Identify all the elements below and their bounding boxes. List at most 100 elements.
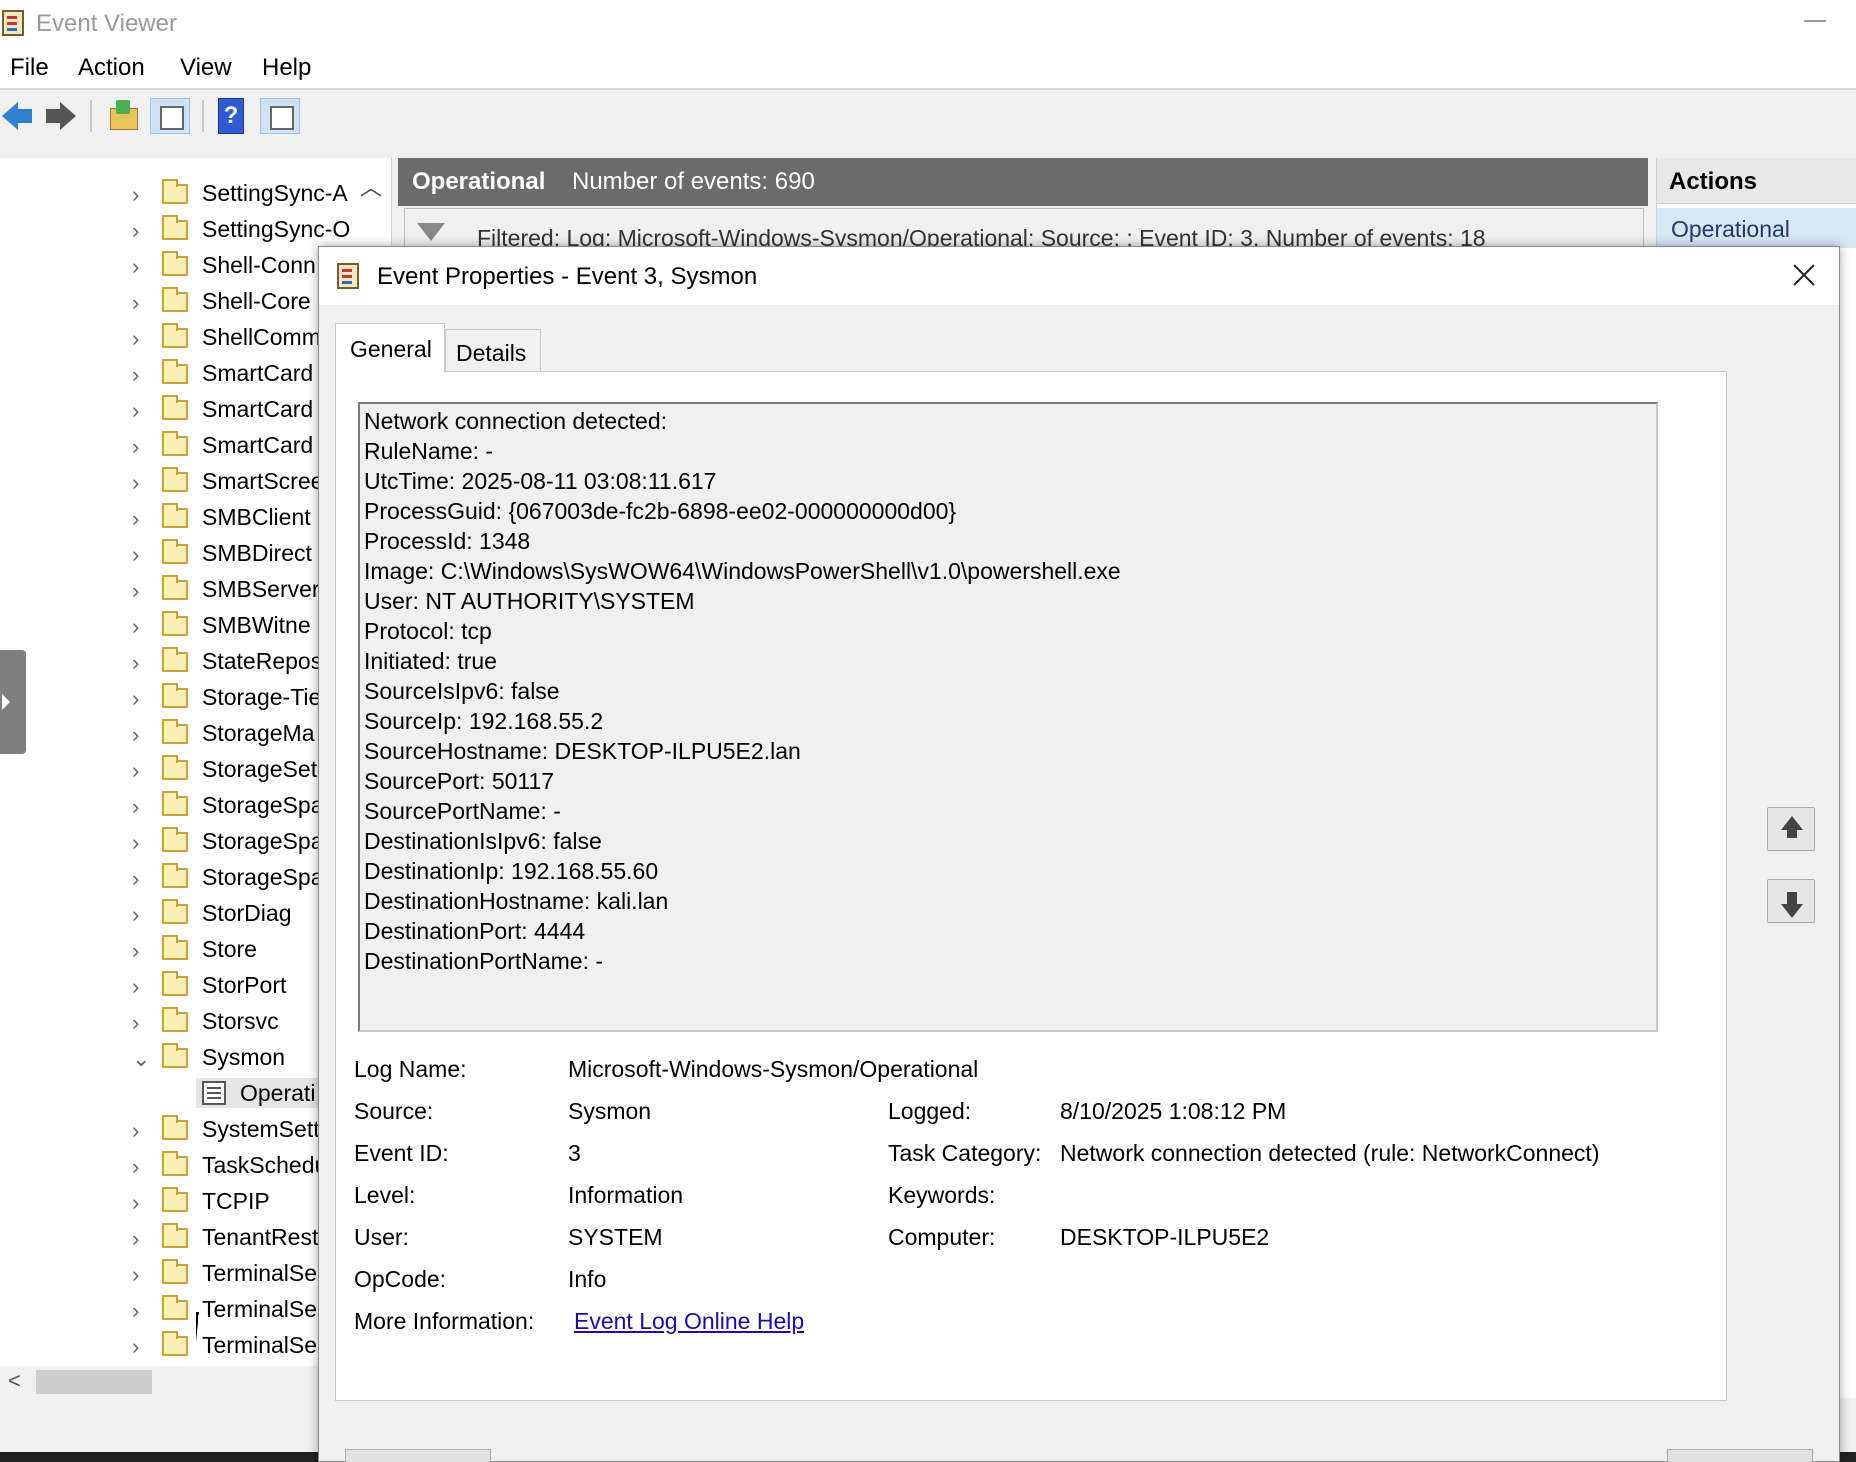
chevron-right-icon[interactable]: › [132,542,139,568]
chevron-right-icon[interactable]: › [132,218,139,244]
close-icon[interactable] [1781,251,1829,299]
tree-item-label: StorPort [202,972,287,998]
description-line: SourceIp: 192.168.55.2 [364,708,604,734]
description-line: ProcessGuid: {067003de-fc2b-6898-ee02-00… [364,498,957,524]
chevron-right-icon[interactable]: › [132,254,139,280]
scrollbar-thumb[interactable] [36,1370,152,1394]
copy-button[interactable] [345,1449,491,1462]
chevron-right-icon[interactable]: › [132,794,139,820]
folder-icon [162,791,188,816]
chevron-right-icon[interactable]: › [132,614,139,640]
chevron-right-icon[interactable]: › [132,506,139,532]
logged-value: 8/10/2025 1:08:12 PM [1060,1098,1287,1124]
tree-item-label: ShellComm [202,324,321,350]
collapse-pane-handle[interactable] [0,650,26,754]
description-line: SourcePort: 50117 [364,768,555,794]
chevron-right-icon[interactable]: › [132,974,139,1000]
scroll-left-icon[interactable]: < [8,1368,21,1394]
chevron-right-icon[interactable]: › [132,578,139,604]
chevron-down-icon[interactable]: ⌄ [132,1046,150,1072]
chevron-right-icon[interactable]: › [132,938,139,964]
mouse-cursor-icon [196,1312,217,1342]
chevron-right-icon[interactable]: › [132,1010,139,1036]
back-arrow-icon[interactable] [2,98,32,134]
open-saved-log-icon[interactable] [108,98,138,134]
filter-icon [417,223,445,241]
actions-section-operational[interactable]: Operational [1657,208,1856,248]
tree-item-label: StorageSpa [202,792,324,818]
folder-icon [162,647,188,672]
menu-help[interactable]: Help [262,54,311,82]
show-hide-action-pane-icon[interactable] [260,98,300,134]
event-properties-dialog: Event Properties - Event 3, Sysmon Gener… [318,246,1840,1462]
menu-action[interactable]: Action [78,54,145,82]
forward-arrow-icon[interactable] [44,98,76,134]
chevron-right-icon[interactable]: › [132,866,139,892]
tree-item[interactable]: › SettingSync-O [0,214,391,244]
chevron-right-icon[interactable]: › [132,290,139,316]
description-line: Network connection detected: [364,408,668,434]
tree-item-label: TerminalSe [202,1332,318,1358]
chevron-right-icon[interactable]: › [132,686,139,712]
tree-horizontal-scrollbar[interactable]: < [0,1366,330,1398]
description-line: DestinationHostname: kali.lan [364,888,669,914]
chevron-right-icon[interactable]: › [132,1334,139,1360]
tree-item[interactable]: › SettingSync-A [0,178,391,208]
computer-label: Computer: [888,1224,996,1250]
chevron-right-icon[interactable]: › [132,1118,139,1144]
chevron-right-icon[interactable]: › [132,182,139,208]
help-icon[interactable]: ? [218,98,244,134]
source-label: Source: [354,1098,434,1124]
chevron-right-icon[interactable]: › [132,1154,139,1180]
tree-item-label: Shell-Conn [202,252,316,278]
tree-item-label: StateRepos [202,648,323,674]
chevron-right-icon[interactable]: › [132,1298,139,1324]
tree-item-label: Store [202,936,257,962]
chevron-right-icon[interactable]: › [132,650,139,676]
log-name: Operational [412,168,546,195]
chevron-right-icon[interactable]: › [132,398,139,424]
more-info-label: More Information: [354,1308,535,1334]
close-button[interactable] [1667,1449,1813,1462]
chevron-right-icon[interactable]: › [132,470,139,496]
folder-icon [162,431,188,456]
chevron-right-icon[interactable]: › [132,1262,139,1288]
description-line: Image: C:\Windows\SysWOW64\WindowsPowerS… [364,558,1121,584]
chevron-right-icon[interactable]: › [132,758,139,784]
tab-general[interactable]: General [335,323,445,373]
toolbar-separator [90,100,92,132]
tab-details[interactable]: Details [445,329,541,371]
menu-file[interactable]: File [10,54,49,82]
folder-icon [162,215,188,240]
chevron-right-icon[interactable]: › [132,1226,139,1252]
folder-icon [162,287,188,312]
description-line: DestinationIp: 192.168.55.60 [364,858,659,884]
folder-icon [162,1331,188,1356]
next-event-button[interactable] [1767,879,1815,923]
chevron-right-icon[interactable]: › [132,902,139,928]
chevron-right-icon[interactable]: › [132,326,139,352]
minimize-button[interactable] [1804,20,1826,22]
tree-item-label: Storsvc [202,1008,279,1034]
keywords-label: Keywords: [888,1182,996,1208]
chevron-right-icon[interactable]: › [132,722,139,748]
chevron-right-icon[interactable]: › [132,1190,139,1216]
chevron-right-icon[interactable]: › [132,362,139,388]
chevron-right-icon[interactable]: › [132,830,139,856]
event-description[interactable]: Network connection detected: RuleName: - U… [358,402,1658,1032]
description-line: User: NT AUTHORITY\SYSTEM [364,588,695,614]
tree-item-label: TCPIP [202,1188,270,1214]
event-log-online-help-link[interactable]: Event Log Online Help [574,1308,804,1335]
filter-bar: Filtered: Log: Microsoft-Windows-Sysmon/… [404,208,1644,248]
description-line: DestinationPortName: - [364,948,604,974]
previous-event-button[interactable] [1767,807,1815,851]
menu-view[interactable]: View [180,54,232,82]
chevron-right-icon[interactable]: › [132,434,139,460]
show-hide-console-tree-icon[interactable] [150,98,190,134]
tree-item-label: StorDiag [202,900,292,926]
scroll-up-icon[interactable]: ︿ [360,170,382,202]
description-line: DestinationIsIpv6: false [364,828,602,854]
description-line: SourcePortName: - [364,798,561,824]
tree-item-label: StorageSet [202,756,318,782]
folder-icon [162,539,188,564]
